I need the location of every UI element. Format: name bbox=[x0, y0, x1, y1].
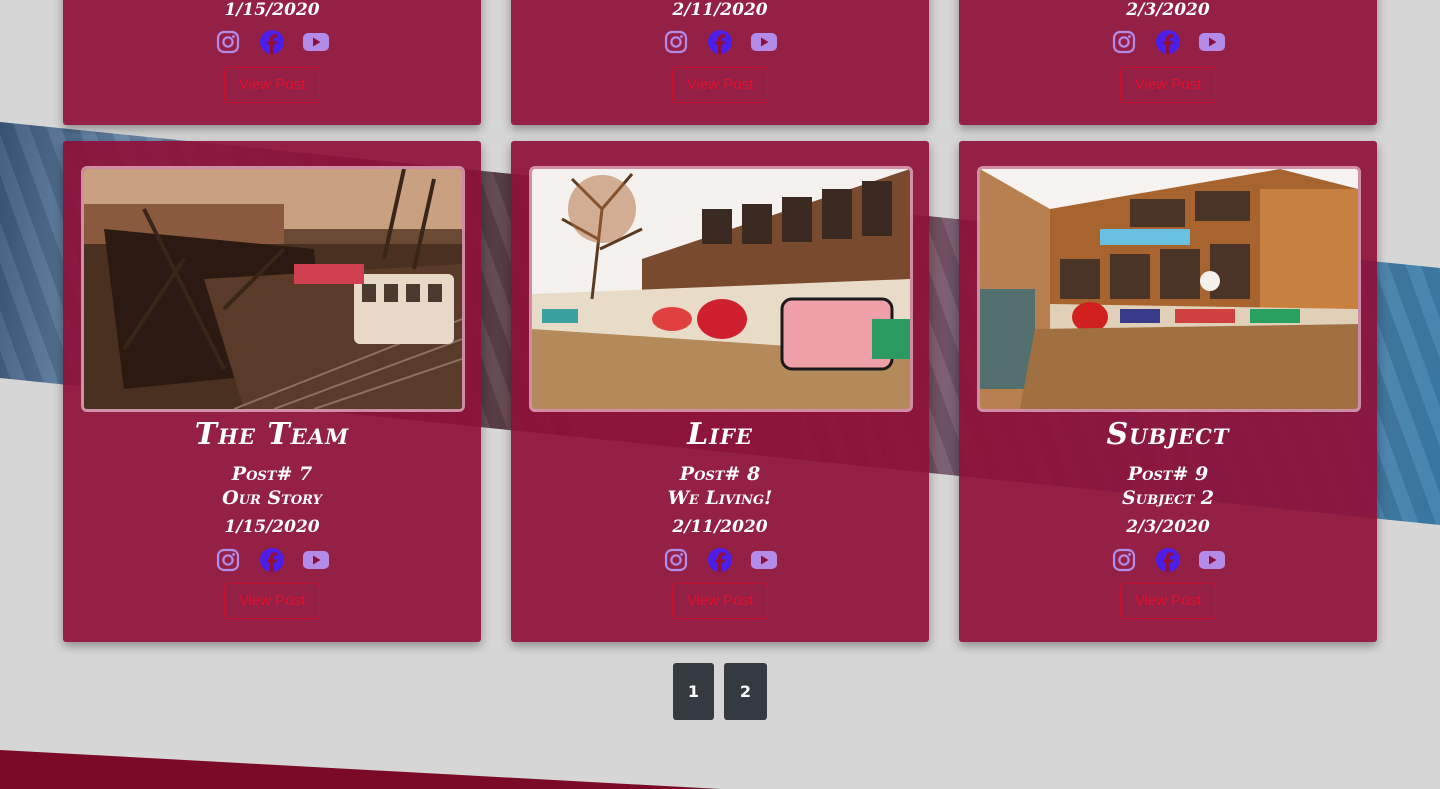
view-post-button[interactable]: View Post bbox=[672, 67, 768, 103]
youtube-icon[interactable] bbox=[1198, 28, 1226, 56]
instagram-icon[interactable] bbox=[662, 546, 690, 574]
instagram-icon[interactable] bbox=[1110, 28, 1138, 56]
post-date: 1/15/2020 bbox=[224, 0, 320, 20]
instagram-icon[interactable] bbox=[662, 28, 690, 56]
instagram-icon[interactable] bbox=[214, 28, 242, 56]
post-number: Post# 7 bbox=[231, 463, 313, 485]
social-links bbox=[959, 546, 1377, 574]
facebook-icon[interactable] bbox=[1154, 28, 1182, 56]
post-card: Life Post# 8 We Living! 2/11/2020 View P… bbox=[511, 141, 929, 642]
post-subtitle: We Living! bbox=[667, 487, 773, 509]
post-card-partial: 1/15/2020 View Post bbox=[63, 0, 481, 125]
social-links bbox=[511, 546, 929, 574]
post-subtitle: Our Story bbox=[222, 487, 322, 509]
post-number: Post# 9 bbox=[1127, 463, 1209, 485]
social-links bbox=[63, 28, 481, 56]
facebook-icon[interactable] bbox=[258, 546, 286, 574]
view-post-button[interactable]: View Post bbox=[1120, 583, 1216, 619]
page: 1/15/2020 View Post 2/11/2020 View Post … bbox=[0, 0, 1440, 789]
youtube-icon[interactable] bbox=[750, 546, 778, 574]
graffiti-wall-photo[interactable] bbox=[529, 166, 913, 412]
facebook-icon[interactable] bbox=[258, 28, 286, 56]
post-title: Life bbox=[687, 417, 753, 452]
view-post-button[interactable]: View Post bbox=[224, 67, 320, 103]
post-card: Subject Post# 9 Subject 2 2/3/2020 View … bbox=[959, 141, 1377, 642]
factory-graffiti-photo[interactable] bbox=[977, 166, 1361, 412]
post-subtitle: Subject 2 bbox=[1122, 487, 1214, 509]
subway-graffiti-photo[interactable] bbox=[81, 166, 465, 412]
view-post-button[interactable]: View Post bbox=[224, 583, 320, 619]
post-title: Subject bbox=[1106, 417, 1230, 452]
instagram-icon[interactable] bbox=[214, 546, 242, 574]
post-date: 2/3/2020 bbox=[1126, 517, 1210, 537]
post-date: 2/11/2020 bbox=[672, 517, 768, 537]
youtube-icon[interactable] bbox=[302, 546, 330, 574]
post-card: The Team Post# 7 Our Story 1/15/2020 Vie… bbox=[63, 141, 481, 642]
page-2-button[interactable]: 2 bbox=[724, 663, 767, 720]
facebook-icon[interactable] bbox=[1154, 546, 1182, 574]
post-number: Post# 8 bbox=[679, 463, 761, 485]
view-post-button[interactable]: View Post bbox=[1120, 67, 1216, 103]
youtube-icon[interactable] bbox=[1198, 546, 1226, 574]
post-date: 1/15/2020 bbox=[224, 517, 320, 537]
facebook-icon[interactable] bbox=[706, 28, 734, 56]
page-1-button[interactable]: 1 bbox=[673, 663, 714, 720]
post-card-partial: 2/3/2020 View Post bbox=[959, 0, 1377, 125]
social-links bbox=[63, 546, 481, 574]
pagination: 1 2 bbox=[673, 663, 767, 720]
post-title: The Team bbox=[194, 417, 350, 452]
youtube-icon[interactable] bbox=[750, 28, 778, 56]
post-card-partial: 2/11/2020 View Post bbox=[511, 0, 929, 125]
instagram-icon[interactable] bbox=[1110, 546, 1138, 574]
view-post-button[interactable]: View Post bbox=[672, 583, 768, 619]
post-date: 2/11/2020 bbox=[672, 0, 768, 20]
social-links bbox=[959, 28, 1377, 56]
youtube-icon[interactable] bbox=[302, 28, 330, 56]
post-date: 2/3/2020 bbox=[1126, 0, 1210, 20]
facebook-icon[interactable] bbox=[706, 546, 734, 574]
social-links bbox=[511, 28, 929, 56]
